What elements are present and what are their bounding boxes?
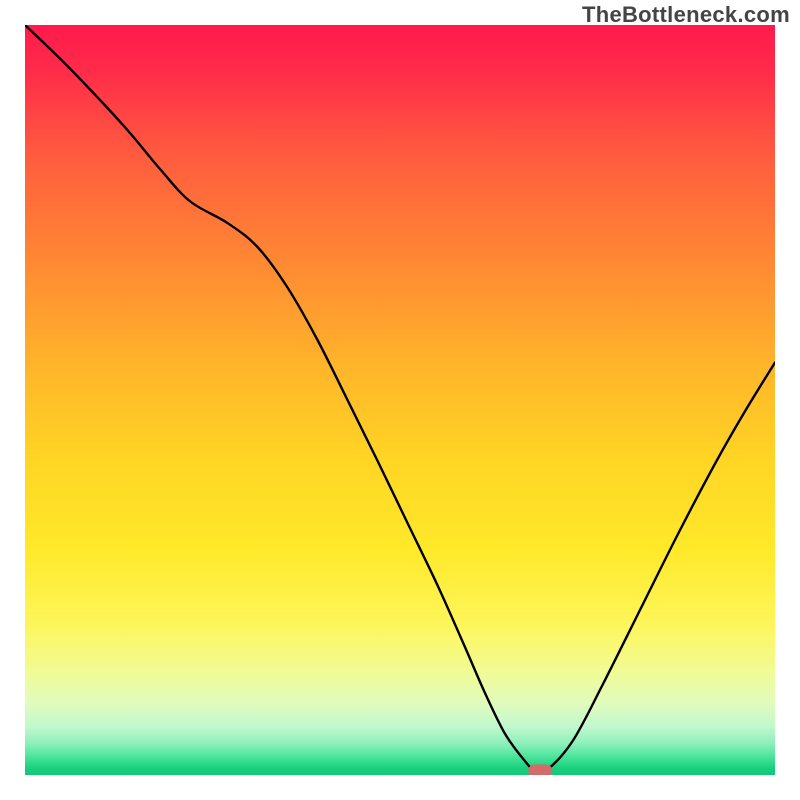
chart-frame: TheBottleneck.com: [0, 0, 800, 800]
gradient-background: [25, 25, 775, 775]
bottleneck-chart: [25, 25, 775, 775]
watermark-text: TheBottleneck.com: [582, 2, 790, 28]
optimal-marker: [528, 765, 552, 776]
plot-area: [25, 25, 775, 775]
